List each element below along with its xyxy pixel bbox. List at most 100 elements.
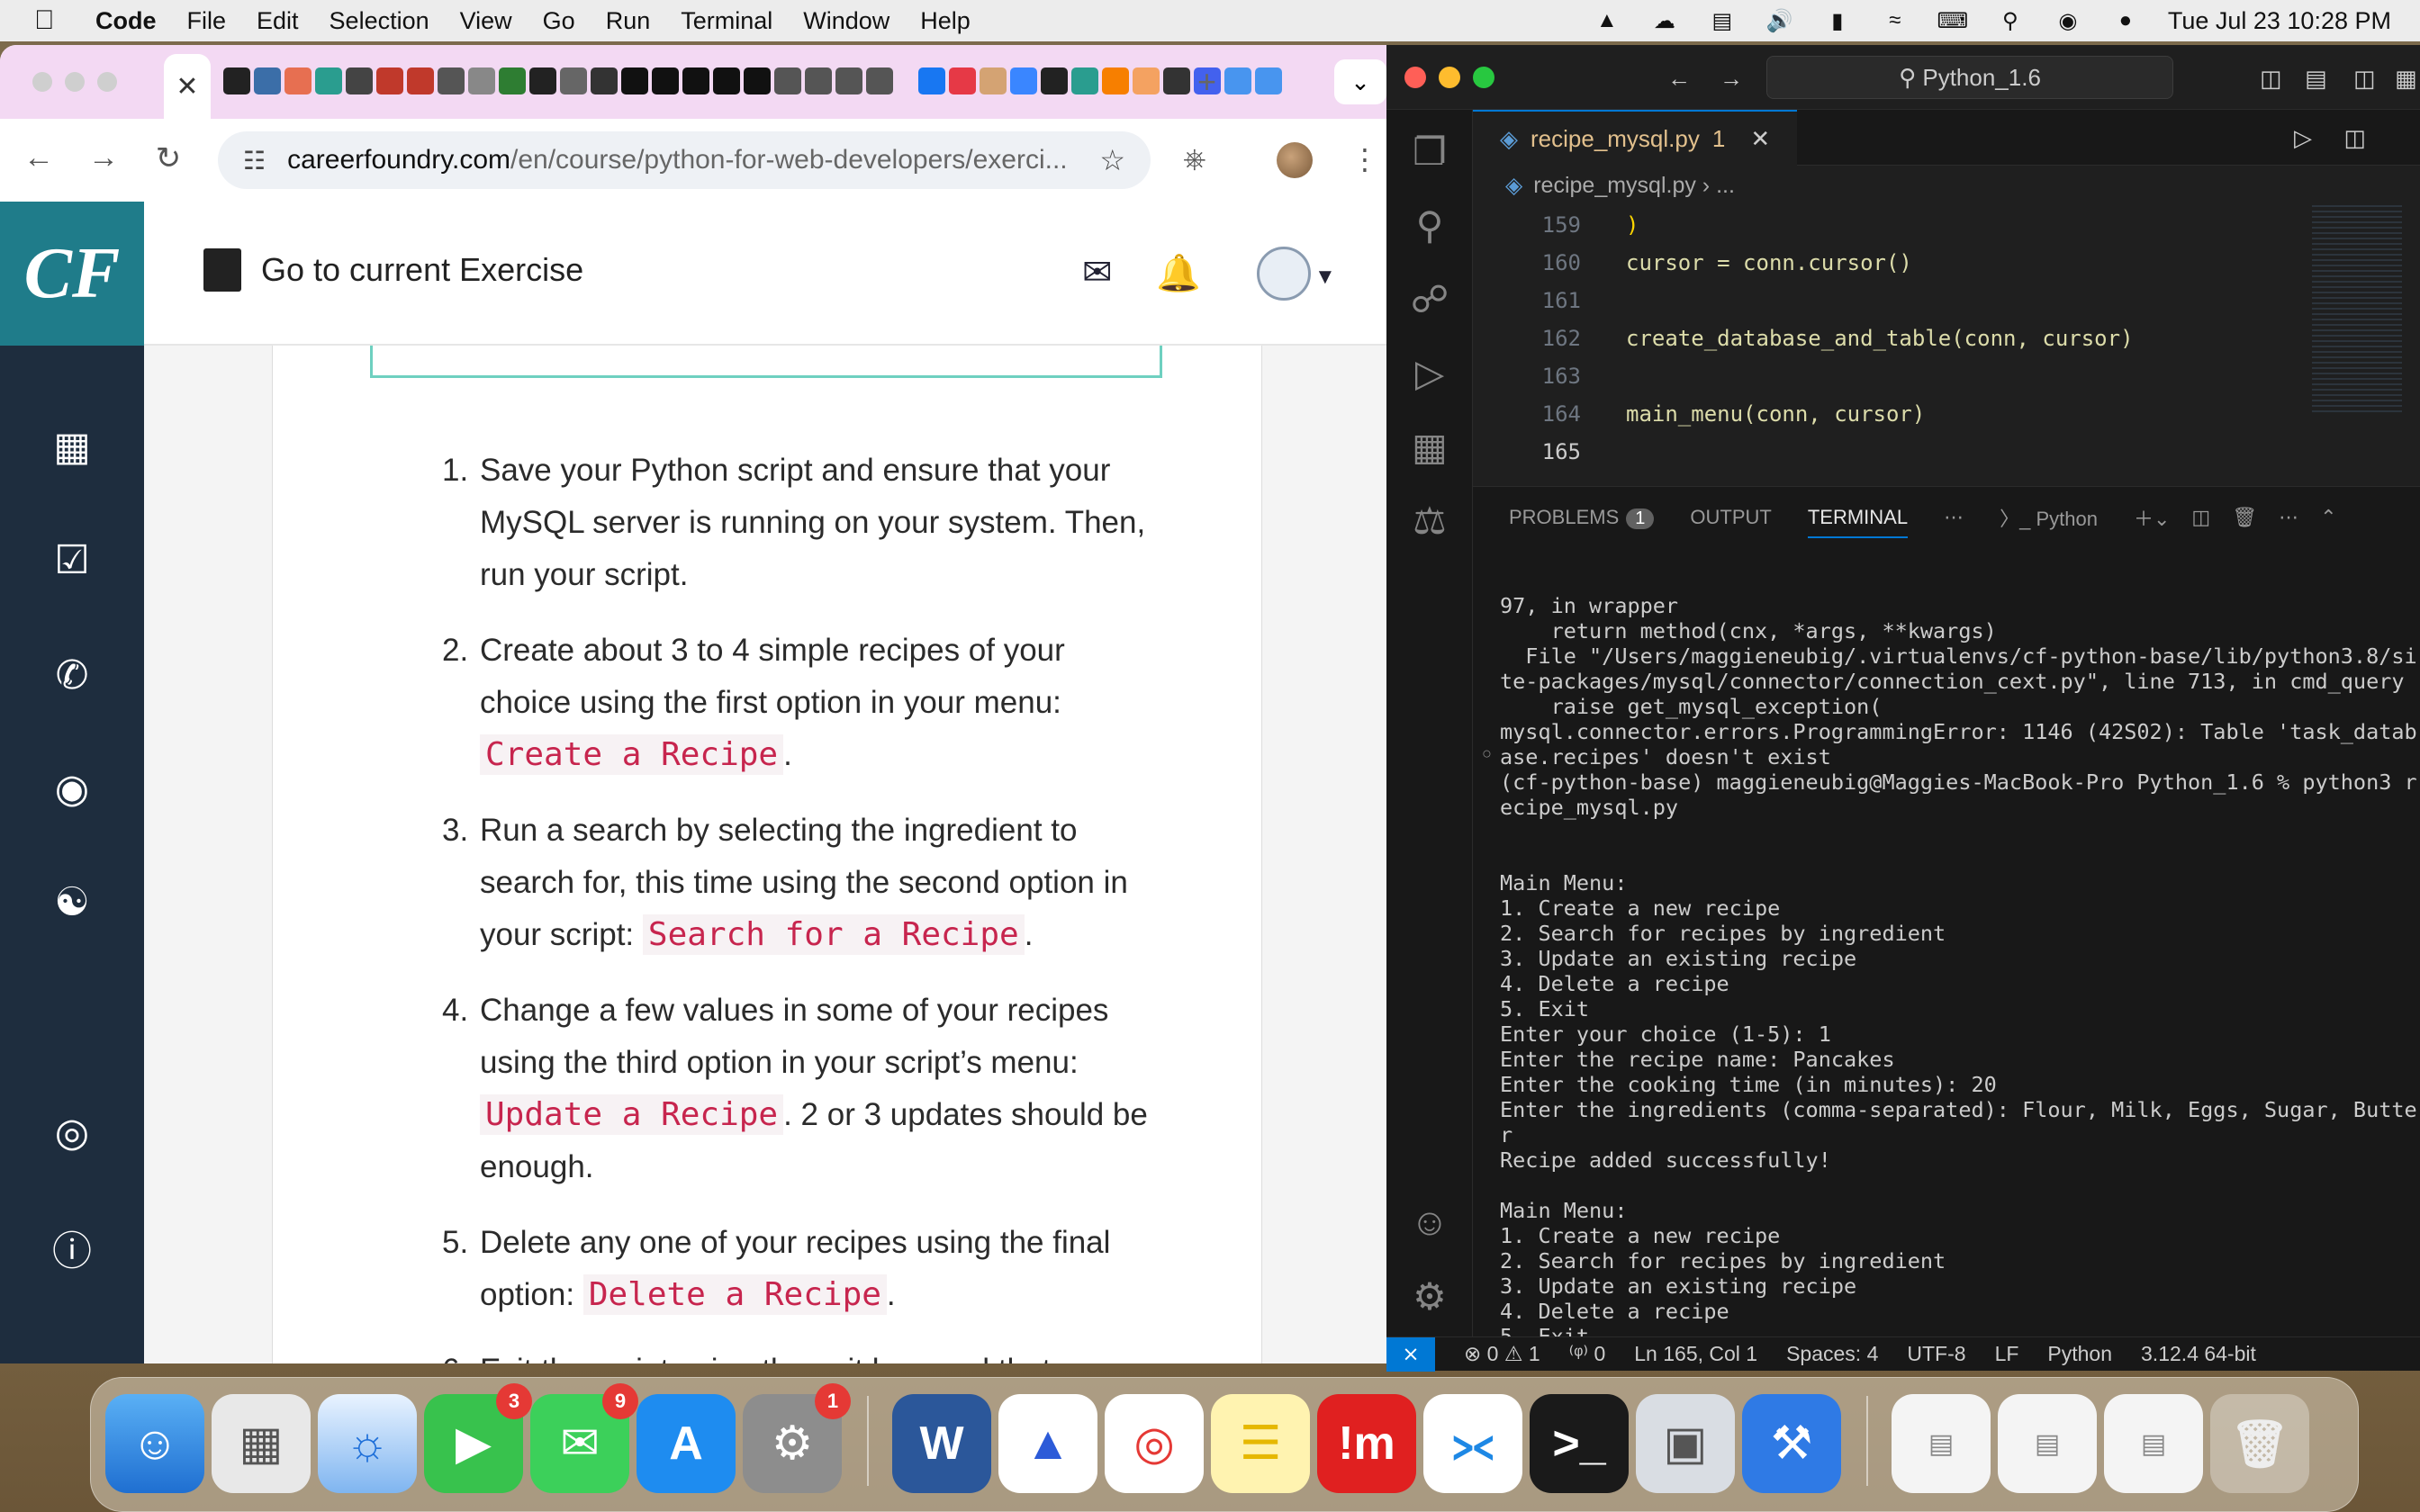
menu-help[interactable]: Help [920,7,971,35]
chevron-down-icon[interactable]: ▼ [1314,265,1336,290]
more-actions-icon[interactable]: ⋯ [1944,506,1964,529]
mail-icon[interactable]: ✉ [1082,252,1113,293]
recent-document-icon[interactable]: ▤ [2104,1394,2203,1493]
creative-cloud-icon[interactable]: ☁ [1649,9,1680,33]
tab-favicon[interactable] [949,68,976,94]
downloads-stack-icon[interactable]: ▤ [1892,1394,1991,1493]
launchpad-icon[interactable]: ▦ [212,1394,311,1493]
customize-layout-icon[interactable]: ▦ [2395,65,2417,93]
trash-icon[interactable]: 🗑 [2210,1394,2309,1493]
status-problems[interactable]: ⊗ 0 ⚠ 1 [1464,1342,1540,1366]
split-terminal-icon[interactable]: ◫ [2191,506,2210,529]
status-indentation[interactable]: Spaces: 4 [1786,1342,1878,1366]
code-line[interactable]: ) [1626,212,1639,238]
gmail-tab-icon[interactable] [376,68,403,94]
search-icon[interactable]: ⚲ [1408,203,1451,247]
url-text[interactable]: careerfoundry.com/en/course/python-for-w… [287,145,1079,176]
tab-terminal[interactable]: TERMINAL [1807,506,1909,538]
control-center-icon[interactable]: ◉ [2053,9,2083,33]
user-avatar[interactable] [1257,247,1311,301]
facetime-icon[interactable]: ▶ 3 [424,1383,532,1493]
dashboard-icon[interactable]: ▦ [49,423,95,470]
menu-go[interactable]: Go [543,7,575,35]
status-encoding[interactable]: UTF-8 [1907,1342,1965,1366]
source-control-icon[interactable]: ☍ [1408,277,1451,320]
code-line[interactable]: cursor = conn.cursor() [1626,250,1912,275]
command-center-search[interactable]: ⚲ Python_1.6 [1766,56,2173,99]
chrome-icon[interactable]: ◎ [1105,1394,1204,1493]
status-language[interactable]: Python [2047,1342,2112,1366]
minimize-window-button[interactable] [1439,66,1460,88]
vscode-icon[interactable]: ⪥ [1423,1394,1522,1493]
tab-favicon[interactable] [980,68,1007,94]
info-icon[interactable]: ⓘ [49,1224,95,1274]
tab-problems[interactable]: PROBLEMS 1 [1509,506,1655,529]
tab-search-button[interactable]: ⌄ [1334,59,1386,104]
code-line[interactable]: main_menu(conn, cursor) [1626,401,1925,427]
toggle-secondary-sidebar-icon[interactable]: ◫ [2353,65,2376,93]
reload-icon[interactable]: ↻ [137,140,200,176]
status-ports[interactable]: ⁽ᵠ⁾ 0 [1569,1342,1606,1366]
battery-icon[interactable]: ▮ [1822,9,1853,33]
siri-icon[interactable]: ● [2110,8,2141,32]
more-actions-icon[interactable]: ⋯ [2279,506,2298,529]
tab-favicon[interactable] [774,68,801,94]
status-eol[interactable]: LF [1995,1342,2019,1366]
facebook-tab-icon[interactable] [918,68,945,94]
active-tab[interactable]: ✕ [164,54,211,119]
tab-favicon[interactable] [1255,68,1282,94]
cf-logo[interactable]: CF [0,202,144,346]
tab-favicon[interactable] [1071,68,1098,94]
menu-window[interactable]: Window [803,7,889,35]
back-arrow-icon[interactable]: ← [7,140,70,176]
apple-icon[interactable]:  [34,5,70,36]
xcode-icon[interactable]: ⚒ [1742,1394,1841,1493]
tab-recipe-mysql[interactable]: ◈ recipe_mysql.py 1 ✕ [1473,110,1797,166]
close-window-button[interactable] [1404,66,1426,88]
zoom-window-button[interactable] [97,72,117,92]
tab-favicon[interactable] [835,68,862,94]
tab-favicon[interactable] [1133,68,1160,94]
forward-arrow-icon[interactable]: → [72,140,135,176]
tab-favicon[interactable] [560,68,587,94]
close-tab-icon[interactable]: ✕ [176,71,198,103]
site-info-icon[interactable]: ☷ [243,146,266,176]
address-bar[interactable]: ☷ careerfoundry.com/en/course/python-for… [218,131,1151,189]
mosaic-app-icon[interactable]: !m [1317,1394,1416,1493]
tab-favicon[interactable] [1041,68,1068,94]
tab-favicon[interactable] [866,68,893,94]
forward-arrow-icon[interactable]: → [1720,65,1743,93]
close-tab-icon[interactable]: ✕ [1750,125,1770,153]
tab-favicon[interactable] [682,68,709,94]
wifi-icon[interactable]: ≈ [1880,8,1910,32]
terminal-python-selector[interactable]: 〉_ Python [2000,503,2098,532]
menu-file[interactable]: File [187,7,227,35]
tab-favicon[interactable] [591,68,618,94]
community-icon[interactable]: ◉ [49,765,95,812]
tab-favicon[interactable] [1163,68,1190,94]
new-tab-button[interactable]: + [1197,63,1216,101]
bell-icon[interactable]: 🔔 [1156,252,1201,294]
tab-favicon[interactable] [744,68,771,94]
menu-terminal[interactable]: Terminal [681,7,772,35]
split-editor-icon[interactable]: ◫ [2343,124,2366,152]
back-arrow-icon[interactable]: ← [1667,65,1691,93]
bookmark-star-icon[interactable]: ☆ [1099,143,1125,177]
profile-avatar[interactable] [1277,142,1313,178]
volume-icon[interactable]: 🔊 [1765,9,1795,33]
system-settings-icon[interactable]: ⚙ 1 [743,1383,851,1493]
tab-favicon[interactable] [254,68,281,94]
spotlight-icon[interactable]: ⚲ [1995,9,2026,33]
extensions-icon[interactable]: ▦ [1408,425,1451,468]
menu-run[interactable]: Run [606,7,651,35]
toggle-sidebar-icon[interactable]: ◫ [2260,65,2282,93]
extensions-icon[interactable]: ⎈ [1183,142,1206,176]
github-tab-icon[interactable] [223,68,250,94]
messages-icon[interactable]: ✉ 9 [530,1383,638,1493]
tab-favicon[interactable] [438,68,465,94]
app-store-icon[interactable]: A [637,1394,736,1493]
tab-favicon[interactable] [652,68,679,94]
run-python-icon[interactable]: ▷ [2294,124,2312,152]
maximize-panel-icon[interactable]: ⌃ [2320,506,2336,529]
checklist-icon[interactable]: ☑ [49,536,95,583]
